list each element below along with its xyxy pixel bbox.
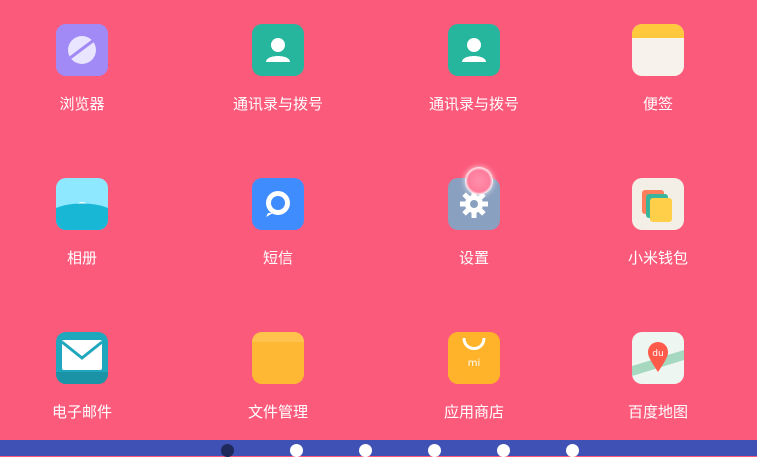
contacts-icon — [448, 24, 500, 76]
app-label: 小米钱包 — [627, 249, 688, 267]
app-notes[interactable]: 便签 — [588, 24, 728, 134]
app-label: 短信 — [262, 249, 293, 267]
app-baidu-map[interactable]: du 百度地图 — [588, 332, 728, 442]
app-file-manager[interactable]: 文件管理 — [208, 332, 348, 442]
app-label: 应用商店 — [443, 403, 504, 421]
app-label: 通讯录与拨号 — [232, 95, 323, 113]
app-label: 电子邮件 — [51, 403, 112, 421]
app-gallery[interactable]: 相册 — [12, 178, 152, 288]
gallery-icon — [56, 178, 108, 230]
touch-indicator — [465, 167, 493, 195]
dock-page-indicator — [0, 440, 757, 457]
svg-text:mi: mi — [468, 358, 481, 369]
notes-icon — [632, 24, 684, 76]
app-label: 浏览器 — [59, 95, 105, 113]
browser-icon — [56, 24, 108, 76]
app-label: 百度地图 — [627, 403, 688, 421]
mail-icon — [56, 332, 108, 384]
page-indicator-dot-6[interactable] — [566, 444, 579, 457]
app-contacts[interactable]: 通讯录与拨号 — [208, 24, 348, 134]
page-indicator-dot-4[interactable] — [428, 444, 441, 457]
app-mail[interactable]: 电子邮件 — [12, 332, 152, 442]
svg-text:du: du — [652, 349, 663, 359]
app-messages[interactable]: 短信 — [208, 178, 348, 288]
app-settings[interactable]: 设置 — [404, 178, 544, 288]
app-wallet[interactable]: 小米钱包 — [588, 178, 728, 288]
page-indicator-dot-1[interactable] — [221, 444, 234, 457]
app-label: 通讯录与拨号 — [428, 95, 519, 113]
app-grid: 浏览器 通讯录与拨号 通讯录与拨号 便签 相册 短信 设置 小米钱包 电子邮件 … — [0, 0, 757, 440]
app-store-icon: mi — [448, 332, 500, 384]
page-indicator-dot-3[interactable] — [359, 444, 372, 457]
app-label: 文件管理 — [247, 403, 308, 421]
app-label: 设置 — [458, 249, 489, 267]
messages-icon — [252, 178, 304, 230]
wallet-icon — [632, 178, 684, 230]
page-indicator-dot-5[interactable] — [497, 444, 510, 457]
map-icon: du — [632, 332, 684, 384]
page-indicator-dot-2[interactable] — [290, 444, 303, 457]
app-store[interactable]: mi 应用商店 — [404, 332, 544, 442]
folder-icon — [252, 332, 304, 384]
contacts-icon — [252, 24, 304, 76]
app-contacts[interactable]: 通讯录与拨号 — [404, 24, 544, 134]
app-label: 相册 — [66, 249, 97, 267]
app-browser[interactable]: 浏览器 — [12, 24, 152, 134]
app-label: 便签 — [642, 95, 673, 113]
